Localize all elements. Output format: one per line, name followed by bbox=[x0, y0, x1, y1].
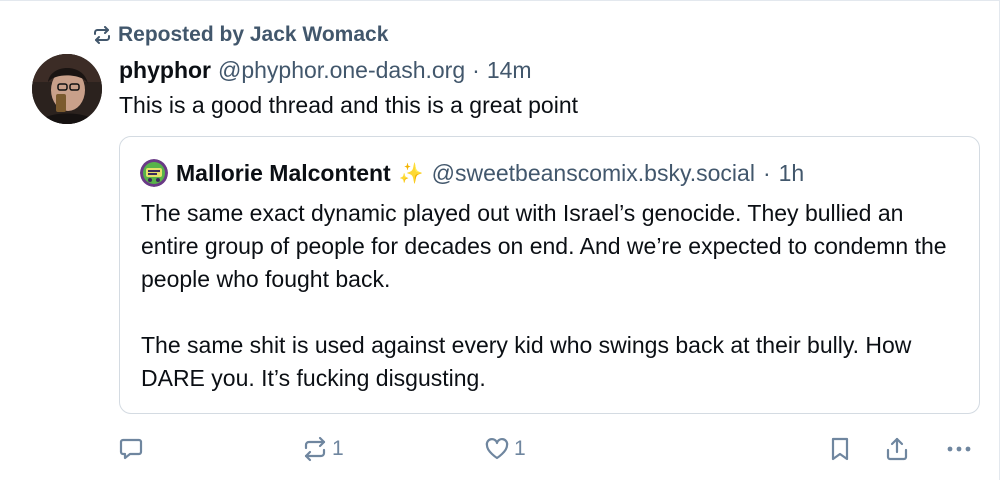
reply-button[interactable] bbox=[118, 436, 144, 462]
post-timestamp[interactable]: 14m bbox=[487, 57, 532, 84]
avatar[interactable] bbox=[32, 54, 102, 124]
author-name[interactable]: phyphor bbox=[119, 57, 211, 84]
share-button[interactable] bbox=[884, 436, 910, 462]
separator-dot: · bbox=[472, 56, 480, 83]
quote-author-name[interactable]: Mallorie Malcontent bbox=[176, 160, 391, 187]
like-button[interactable]: 1 bbox=[484, 436, 526, 462]
quote-header: Mallorie Malcontent ✨ @sweetbeanscomix.b… bbox=[140, 157, 804, 189]
repost-count: 1 bbox=[332, 437, 344, 460]
more-options-button[interactable] bbox=[946, 436, 972, 462]
quote-author-handle[interactable]: @sweetbeanscomix.bsky.social bbox=[432, 160, 755, 187]
quote-paragraph: The same exact dynamic played out with I… bbox=[141, 200, 947, 292]
repost-label: Reposted by Jack Womack bbox=[118, 23, 389, 46]
quote-timestamp[interactable]: 1h bbox=[779, 160, 805, 187]
quote-paragraph: The same shit is used against every kid … bbox=[141, 332, 912, 391]
like-count: 1 bbox=[514, 437, 526, 460]
repost-icon bbox=[92, 26, 112, 44]
divider-top bbox=[0, 0, 1000, 1]
repost-button[interactable]: 1 bbox=[302, 436, 344, 462]
post-header: phyphor @phyphor.one-dash.org · 14m bbox=[119, 55, 532, 85]
repost-icon bbox=[302, 436, 328, 462]
post-text: This is a good thread and this is a grea… bbox=[119, 92, 579, 118]
author-handle[interactable]: @phyphor.one-dash.org bbox=[218, 57, 465, 84]
share-icon bbox=[884, 436, 910, 462]
more-icon bbox=[946, 436, 972, 462]
bookmark-icon bbox=[828, 436, 852, 462]
quote-avatar bbox=[140, 159, 168, 187]
quoted-post[interactable]: Mallorie Malcontent ✨ @sweetbeanscomix.b… bbox=[119, 136, 980, 414]
bookmark-button[interactable] bbox=[828, 436, 852, 462]
separator-dot: · bbox=[762, 159, 771, 186]
quote-text: The same exact dynamic played out with I… bbox=[141, 197, 966, 395]
sparkles-icon: ✨ bbox=[398, 162, 424, 185]
heart-icon bbox=[484, 436, 510, 462]
reply-icon bbox=[118, 436, 144, 462]
repost-attribution[interactable]: Reposted by Jack Womack bbox=[92, 22, 388, 48]
post-actions: 1 1 bbox=[0, 430, 1000, 470]
